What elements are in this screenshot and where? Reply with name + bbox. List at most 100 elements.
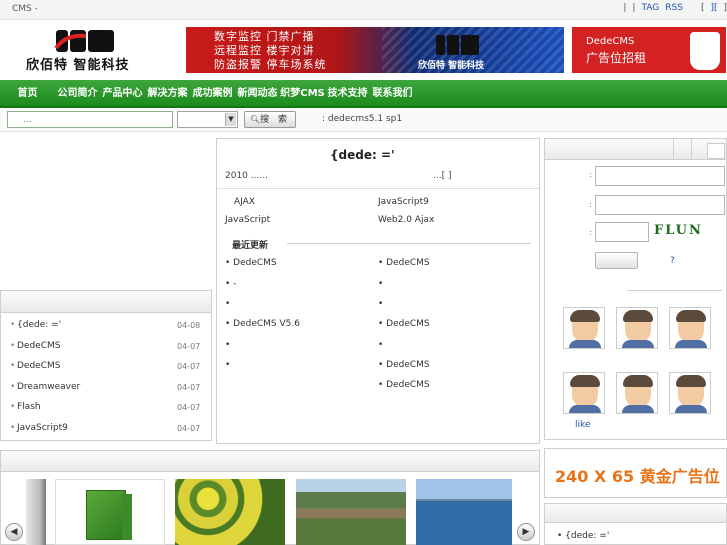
top-link[interactable]: ][ — [710, 3, 717, 13]
latest-item[interactable]: • DedeCMS — [378, 258, 430, 268]
member-avatar[interactable] — [669, 307, 711, 349]
latest-item[interactable]: • - — [225, 279, 236, 289]
latest-item[interactable]: • — [378, 279, 383, 289]
box-header — [1, 451, 539, 472]
chevron-down-icon: ▼ — [225, 113, 236, 126]
body-shape — [622, 405, 654, 413]
list-item-title[interactable]: DedeCMS — [17, 361, 60, 371]
list-item-title[interactable]: JavaScript9 — [17, 423, 68, 433]
rss-link[interactable]: RSS — [665, 3, 683, 13]
nav-item[interactable]: 解决方案 — [145, 80, 190, 108]
search-icon: 🔍︎ — [249, 115, 261, 124]
list-item-date: 04-07 — [177, 382, 201, 392]
list-item-date: 04-07 — [177, 403, 201, 412]
ad-text: 240 X 65 黄金广告位 — [555, 467, 720, 486]
latest-item[interactable]: • DedeCMS — [378, 360, 430, 370]
thumbnail-image[interactable] — [416, 479, 512, 545]
latest-item[interactable]: • — [225, 360, 230, 370]
nav-item[interactable]: 织梦CMS — [280, 80, 325, 108]
help-link[interactable]: ? — [670, 256, 675, 266]
latest-item[interactable]: • — [378, 340, 383, 350]
list-item-title[interactable]: {dede: =' — [17, 320, 61, 330]
banner-ad[interactable]: 数字监控 门禁广播 远程监控 楼宇对讲 防盗报警 停车场系统 欣佰特 智能科技 — [186, 27, 564, 73]
link-cell[interactable]: Web2.0 Ajax — [378, 215, 434, 225]
member-avatar[interactable] — [563, 307, 605, 349]
like-link[interactable]: like — [575, 420, 590, 430]
list-item[interactable]: • DedeCMS 04-07 — [1, 338, 211, 358]
left-article-list: • {dede: =' 04-08 • DedeCMS 04-07 • DedeCMS 04-0… — [0, 290, 212, 441]
nav-item[interactable]: 新闻动态 — [235, 80, 280, 108]
list-item[interactable]: • Flash 04-07 — [1, 399, 211, 419]
member-avatar[interactable] — [616, 307, 658, 349]
list-item[interactable]: • {dede: =' — [557, 531, 609, 541]
tab-divider — [691, 139, 692, 160]
headline-title[interactable]: {dede: =' — [330, 148, 395, 162]
thumbnail-image[interactable] — [296, 479, 406, 545]
banner-logo-icon — [436, 35, 479, 55]
member-avatar[interactable] — [563, 372, 605, 414]
nav-item[interactable]: 首页 — [0, 80, 55, 108]
headline-box — [216, 138, 540, 444]
site-title: CMS - — [12, 4, 38, 14]
ad-slot-240x65[interactable]: 240 X 65 黄金广告位 — [544, 448, 727, 498]
field-label: : — [589, 200, 592, 209]
latest-item[interactable]: • — [225, 340, 230, 350]
chevron-left-icon: ◀ — [10, 527, 18, 537]
latest-item[interactable]: • — [225, 299, 230, 309]
product-box-side — [122, 494, 132, 540]
latest-item[interactable]: • DedeCMS — [225, 258, 277, 268]
list-item-title[interactable]: DedeCMS — [17, 341, 60, 351]
nav-items: 首页 公司简介 产品中心 解决方案 成功案例 新闻动态 织梦CMS 技术支持 联系我们 — [0, 80, 415, 108]
carousel-next-button[interactable]: ▶ — [517, 523, 535, 541]
nav-item[interactable]: 产品中心 — [100, 80, 145, 108]
chevron-right-icon: ▶ — [522, 527, 530, 537]
list-item[interactable]: • DedeCMS 04-07 — [1, 358, 211, 378]
thumbnail-image[interactable] — [175, 479, 285, 545]
captcha-field[interactable] — [595, 222, 649, 242]
logo[interactable]: 欣佰特 智能科技 — [26, 28, 156, 73]
nav-item[interactable]: 成功案例 — [190, 80, 235, 108]
nav-item[interactable]: 联系我们 — [370, 80, 415, 108]
headline-summary: 2010 ...... — [225, 171, 268, 181]
search-button[interactable]: 🔍︎搜 索 — [244, 111, 296, 128]
tab-button[interactable] — [707, 143, 725, 159]
list-item[interactable]: • JavaScript9 04-07 — [1, 420, 211, 440]
banner-line: 防盗报警 停车场系统 — [214, 58, 327, 71]
search-input[interactable] — [7, 111, 173, 128]
banner-line: 数字监控 门禁广播 — [214, 30, 315, 43]
latest-item[interactable]: • DedeCMS V5.6 — [225, 319, 300, 329]
list-item-title[interactable]: Flash — [17, 402, 41, 412]
divider — [217, 188, 539, 189]
body-shape — [569, 340, 601, 348]
nav-item[interactable]: 技术支持 — [325, 80, 370, 108]
latest-item[interactable]: • DedeCMS — [378, 319, 430, 329]
password-field[interactable] — [595, 195, 725, 215]
list-item[interactable]: • {dede: =' 04-08 — [1, 317, 211, 337]
list-item-date: 04-07 — [177, 423, 201, 433]
link-cell[interactable]: JavaScript — [225, 215, 270, 225]
list-item-title[interactable]: Dreamweaver — [17, 382, 80, 392]
carousel-prev-button[interactable]: ◀ — [5, 523, 23, 541]
thumbnail-image[interactable] — [55, 479, 165, 545]
body-shape — [622, 340, 654, 348]
more-link[interactable]: ...[ ] — [433, 171, 451, 181]
tag-link[interactable]: TAG — [641, 3, 659, 13]
latest-item[interactable]: • DedeCMS — [378, 380, 430, 390]
link-cell[interactable]: AJAX — [234, 197, 255, 207]
ad-slot[interactable]: DedeCMS 广告位招租 — [572, 27, 726, 73]
member-avatar[interactable] — [669, 372, 711, 414]
member-avatar[interactable] — [616, 372, 658, 414]
nav-item[interactable]: 公司简介 — [55, 80, 100, 108]
body-shape — [675, 340, 707, 348]
captcha-image[interactable]: FLUN — [654, 223, 702, 241]
ad-line: 广告位招租 — [586, 51, 647, 65]
username-field[interactable] — [595, 166, 725, 186]
latest-item[interactable]: • — [378, 299, 383, 309]
login-button[interactable] — [595, 252, 638, 269]
list-item[interactable]: • Dreamweaver 04-07 — [1, 379, 211, 399]
list-item-date: 04-08 — [177, 321, 201, 330]
thumbnail-image[interactable] — [26, 479, 46, 545]
link-cell[interactable]: JavaScript9 — [378, 197, 429, 207]
search-type-select[interactable]: ▼ — [177, 111, 238, 128]
bullet: • — [10, 361, 16, 371]
